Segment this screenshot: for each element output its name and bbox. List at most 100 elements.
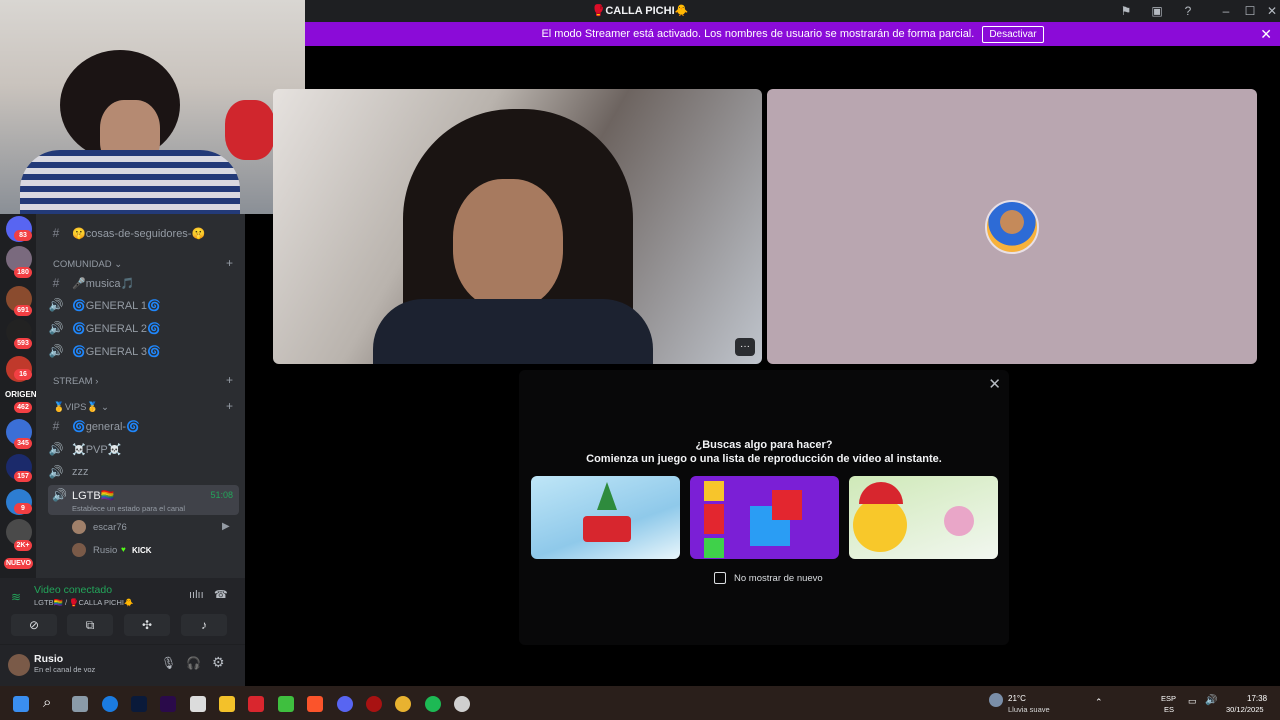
category-comunidad[interactable]: COMUNIDAD ⌄ (53, 259, 122, 270)
banner-close-icon[interactable]: ✕ (1260, 26, 1272, 43)
game-card-block-puzzle[interactable] (690, 476, 839, 559)
channel-cosas-de-seguidores[interactable]: # 🤫cosas-de-seguidores-🤫 (48, 223, 206, 243)
speaker-icon: 🔊 (48, 344, 64, 358)
participant-shirt (373, 299, 653, 364)
speaker-icon: 🔊 (48, 465, 64, 479)
game-card-christmas-truck[interactable] (531, 476, 680, 559)
microphone-icon[interactable]: 🎙 (161, 656, 176, 670)
weather-temp[interactable]: 21°C (1008, 694, 1026, 703)
network-icon[interactable]: ▭ (1188, 696, 1197, 707)
participant-face (453, 179, 563, 309)
gear-icon[interactable]: ⚙ (212, 654, 225, 671)
premiere-icon[interactable] (160, 696, 176, 712)
channel-musica[interactable]: # 🎤musica🎵 (48, 273, 135, 293)
badge: 691 (14, 305, 32, 316)
modal-question: ¿Buscas algo para hacer? (695, 439, 833, 451)
soundboard-button[interactable]: ♪ (181, 614, 227, 636)
channel-label: 🌀general-🌀 (72, 420, 140, 433)
channel-list: # 🤫cosas-de-seguidores-🤫 COMUNIDAD ⌄ + #… (36, 214, 245, 584)
voice-member[interactable]: escar76 (93, 522, 127, 533)
obs-icon[interactable] (454, 696, 470, 712)
weather-icon[interactable] (989, 693, 1003, 707)
camera-off-icon: ⊘ (28, 618, 40, 632)
channel-zzz[interactable]: 🔊 zzz (48, 462, 89, 482)
channel-general-vip[interactable]: # 🌀general-🌀 (48, 416, 140, 436)
user-name: Rusio (34, 653, 64, 665)
channel-general-2[interactable]: 🔊 🌀GENERAL 2🌀 (48, 318, 161, 338)
avatar[interactable] (8, 654, 30, 676)
headphones-icon[interactable]: 🎧 (186, 656, 201, 670)
app-icon[interactable] (366, 696, 382, 712)
discord-icon[interactable] (337, 696, 353, 712)
tree-image (597, 482, 617, 510)
dont-show-again-checkbox[interactable]: No mostrar de nuevo (714, 572, 823, 584)
screen-share-button[interactable]: ⧉ (67, 614, 113, 636)
new-badge[interactable]: NUEVO (4, 558, 33, 569)
add-channel-icon[interactable]: + (226, 256, 233, 270)
spotify-icon[interactable] (425, 696, 441, 712)
channel-label: 🌀GENERAL 2🌀 (72, 322, 161, 335)
camera-off-button[interactable]: ⊘ (11, 614, 57, 636)
speaker-icon: 🔊 (48, 298, 64, 312)
channel-pvp[interactable]: 🔊 ☠️PVP☠️ (48, 439, 122, 459)
channel-general-1[interactable]: 🔊 🌀GENERAL 1🌀 (48, 295, 161, 315)
store-icon[interactable] (190, 696, 206, 712)
chrome-icon[interactable] (395, 696, 411, 712)
add-channel-icon[interactable]: + (226, 399, 233, 413)
photoshop-icon[interactable] (131, 696, 147, 712)
inbox-flag-icon[interactable]: ⚑ (1118, 3, 1134, 19)
noise-suppression-icon[interactable]: ıılıı (189, 589, 204, 601)
video-tile-avatar[interactable] (767, 89, 1257, 364)
avatar (72, 520, 86, 534)
channel-status-prompt[interactable]: Establece un estado para el canal (72, 504, 185, 513)
activity-suggestion-modal: ✕ ¿Buscas algo para hacer? Comienza un j… (519, 370, 1009, 645)
disable-streamer-button[interactable]: Desactivar (982, 25, 1044, 43)
chevron-up-icon[interactable]: ⌃ (1095, 697, 1103, 708)
voice-connection-panel: ≋ Video conectado LGTB🏳️‍🌈 / 🥊CALLA PICH… (0, 578, 245, 644)
badge: 16 (14, 369, 32, 380)
app-icon[interactable] (72, 696, 88, 712)
folder-icon[interactable] (219, 696, 235, 712)
brave-icon[interactable] (307, 696, 323, 712)
edge-icon[interactable] (102, 696, 118, 712)
close-window-icon[interactable]: ✕ (1264, 3, 1280, 19)
search-icon[interactable]: ⌕ (43, 694, 51, 711)
server-origen-label[interactable]: ORIGEN (5, 390, 37, 399)
close-icon[interactable]: ✕ (988, 375, 1001, 393)
disconnect-icon[interactable]: ☎ (214, 588, 228, 601)
channel-general-3[interactable]: 🔊 🌀GENERAL 3🌀 (48, 341, 161, 361)
activities-button[interactable]: ✣ (124, 614, 170, 636)
game-card-chick-bubbles[interactable] (849, 476, 998, 559)
chick-image (853, 498, 907, 552)
language-code[interactable]: ESP (1161, 694, 1176, 703)
checkbox-box[interactable] (714, 572, 726, 584)
voice-status[interactable]: Video conectado (34, 584, 112, 596)
clock-time[interactable]: 17:38 (1247, 694, 1267, 703)
channel-label: 🌀GENERAL 3🌀 (72, 345, 161, 358)
weather-desc[interactable]: Lluvia suave (1008, 705, 1050, 714)
hash-icon: # (52, 276, 60, 290)
category-vips[interactable]: 🥇VIPS🥇 ⌄ (53, 402, 109, 413)
category-stream[interactable]: STREAM › (53, 376, 98, 387)
screen-share-icon[interactable]: ▣ (1149, 3, 1165, 19)
minimize-icon[interactable]: – (1218, 3, 1234, 19)
badge: 157 (14, 471, 32, 482)
voice-member[interactable]: Rusio (93, 545, 117, 556)
channel-lgtb-active[interactable]: 🔊 LGTB🏳️‍🌈 51:08 Establece un estado par… (48, 485, 239, 515)
keyboard-layout[interactable]: ES (1164, 705, 1174, 714)
user-panel: Rusio En el canal de voz 🎙 🎧 ⚙ (0, 644, 245, 686)
volume-icon[interactable]: 🔊 (1205, 695, 1217, 706)
add-channel-icon[interactable]: + (226, 373, 233, 387)
app-icon[interactable] (248, 696, 264, 712)
voice-location[interactable]: LGTB🏳️‍🌈 / 🥊CALLA PICHI🐥 (34, 598, 133, 607)
heart-icon: ♥ (121, 545, 126, 554)
video-tile-participant[interactable]: ··· (273, 89, 762, 364)
windows-start-icon[interactable] (13, 696, 29, 712)
help-icon[interactable]: ? (1180, 3, 1196, 19)
xbox-icon[interactable] (278, 696, 294, 712)
clock-date[interactable]: 30/12/2025 (1226, 705, 1264, 714)
more-options-button[interactable]: ··· (735, 338, 755, 356)
badge: 2K+ (14, 540, 32, 551)
block-image (772, 490, 802, 520)
maximize-icon[interactable]: ☐ (1242, 3, 1258, 19)
